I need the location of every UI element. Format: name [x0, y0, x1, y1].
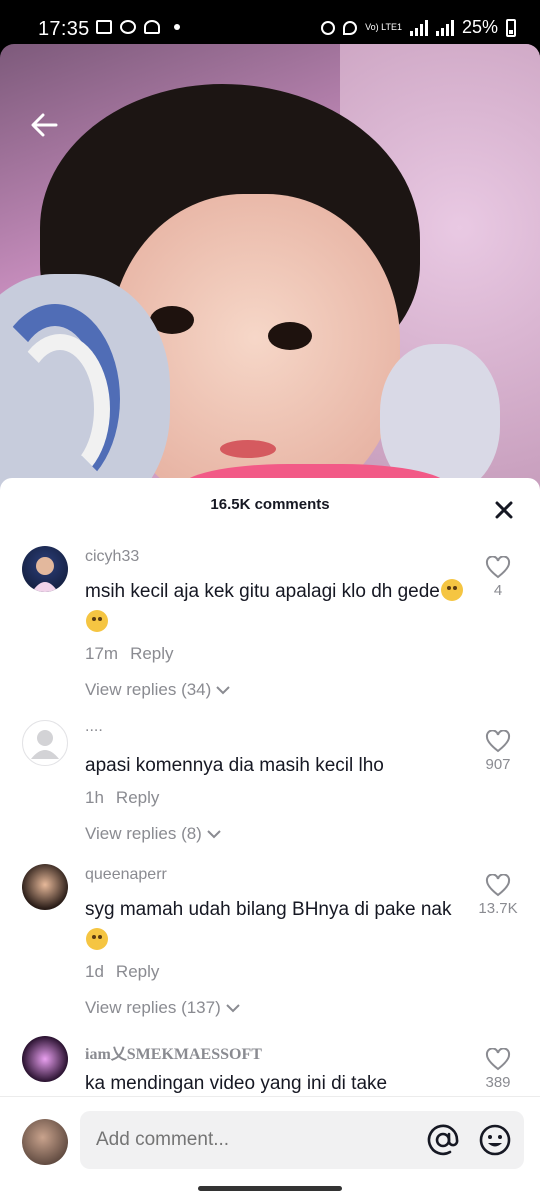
- comment-username[interactable]: queenaperr: [85, 866, 167, 884]
- more-notifications-dot: [174, 24, 180, 30]
- avatar[interactable]: [22, 1036, 68, 1082]
- comment-item: .... apasi komennya dia masih kecil lho …: [0, 714, 540, 854]
- close-icon[interactable]: [492, 498, 516, 522]
- view-replies-button[interactable]: View replies (137): [85, 998, 241, 1018]
- heart-icon: [485, 1048, 511, 1071]
- pillow-pattern-inner: [10, 334, 110, 484]
- like-count: 4: [493, 582, 503, 599]
- like-button[interactable]: 907: [470, 730, 526, 773]
- comment-text: msih kecil aja kek gitu apalagi klo dh g…: [85, 576, 465, 638]
- comment-item: queenaperr syg mamah udah bilang BHnya d…: [0, 858, 540, 1028]
- like-count: 907: [485, 756, 511, 773]
- system-icons: Vo) LTE1 25%: [321, 17, 516, 38]
- comment-time: 17m: [85, 644, 119, 663]
- battery-icon: [506, 18, 516, 37]
- heart-icon: [485, 874, 511, 897]
- notification-icons: [96, 20, 180, 34]
- baby-eye-right: [268, 322, 312, 350]
- comment-time: 1h: [85, 788, 104, 807]
- heart-icon: [485, 730, 511, 753]
- comment-text: apasi komennya dia masih kecil lho: [85, 755, 384, 776]
- grinning-sweat-emoji-icon: [86, 610, 108, 632]
- weather-notification-icon: [144, 20, 160, 34]
- arrow-left-icon[interactable]: [28, 108, 62, 142]
- signal-2-icon: [435, 19, 454, 36]
- like-button[interactable]: 13.7K: [470, 874, 526, 917]
- alarm-icon: [321, 20, 336, 35]
- view-replies-label: View replies (34): [85, 680, 212, 699]
- comment-item: iam乂SMEKMAESSOFT ka mendingan video yang…: [0, 1032, 540, 1102]
- network-label: Vo) LTE1: [365, 22, 402, 32]
- comment-meta: 1d Reply: [85, 962, 159, 982]
- comment-username[interactable]: cicyh33: [85, 548, 139, 566]
- like-button[interactable]: 4: [470, 556, 526, 599]
- view-replies-button[interactable]: View replies (8): [85, 824, 222, 844]
- avatar[interactable]: [22, 864, 68, 910]
- comment-text-body: msih kecil aja kek gitu apalagi klo dh g…: [85, 581, 440, 602]
- chat-notification-icon: [120, 20, 136, 34]
- at-sign-icon[interactable]: [426, 1123, 460, 1157]
- location-icon: [343, 20, 358, 35]
- like-count: 389: [485, 1074, 511, 1091]
- reply-button[interactable]: Reply: [130, 644, 173, 663]
- reply-button[interactable]: Reply: [116, 962, 159, 981]
- avatar[interactable]: [22, 546, 68, 592]
- avatar: [22, 1119, 68, 1165]
- signal-1-icon: [409, 19, 428, 36]
- comment-meta: 17m Reply: [85, 644, 174, 664]
- baby-mouth: [220, 440, 276, 458]
- gallery-notification-icon: [96, 20, 112, 34]
- reply-button[interactable]: Reply: [116, 788, 159, 807]
- comment-text-body: syg mamah udah bilang BHnya di pake nak: [85, 899, 452, 920]
- comments-sheet: 16.5K comments cicyh33 msih kecil aja ke…: [0, 478, 540, 1200]
- comment-input-bar: [0, 1096, 540, 1200]
- flushed-face-emoji-icon: [440, 579, 463, 601]
- comment-meta: 1h Reply: [85, 788, 159, 808]
- comments-header: 16.5K comments: [0, 478, 540, 534]
- smiley-icon[interactable]: [478, 1123, 512, 1157]
- view-replies-label: View replies (137): [85, 998, 221, 1017]
- comment-text: ka mendingan video yang ini di take: [85, 1073, 388, 1094]
- chevron-down-icon: [207, 830, 221, 839]
- comments-count-title: 16.5K comments: [210, 496, 330, 513]
- heart-icon: [485, 556, 511, 579]
- comment-input-box[interactable]: [80, 1111, 524, 1169]
- battery-percent: 25%: [461, 17, 498, 37]
- like-count: 13.7K: [478, 900, 518, 917]
- comment-username[interactable]: ....: [85, 718, 103, 736]
- avatar[interactable]: [22, 720, 68, 766]
- chevron-down-icon: [216, 686, 231, 695]
- view-replies-button[interactable]: View replies (34): [85, 680, 231, 700]
- comment-username[interactable]: iam乂SMEKMAESSOFT: [85, 1040, 262, 1064]
- video-player[interactable]: [0, 44, 540, 504]
- status-time: 17:35: [38, 18, 90, 40]
- comment-input[interactable]: [96, 1129, 396, 1151]
- comment-item: cicyh33 msih kecil aja kek gitu apalagi …: [0, 540, 540, 710]
- chevron-down-icon: [226, 1004, 240, 1013]
- comment-time: 1d: [85, 962, 104, 981]
- comment-text: syg mamah udah bilang BHnya di pake nak: [85, 894, 465, 956]
- view-replies-label: View replies (8): [85, 824, 202, 843]
- home-indicator[interactable]: [198, 1186, 342, 1191]
- like-button[interactable]: 389: [470, 1048, 526, 1091]
- pleading-face-emoji-icon: [86, 928, 108, 950]
